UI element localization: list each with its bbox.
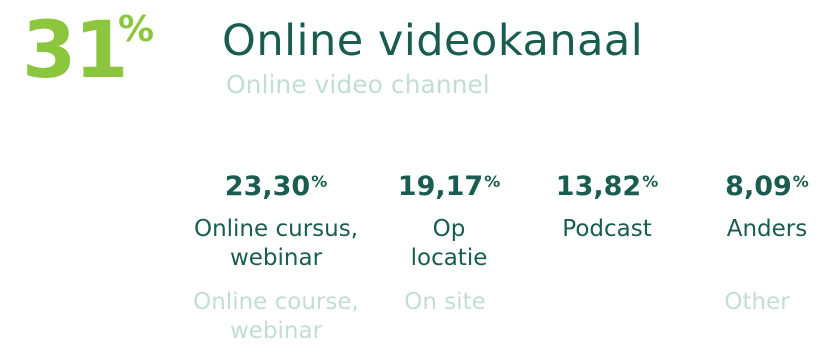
stat-label: Op locatie <box>393 215 505 273</box>
headline-percentage: 31 <box>22 6 129 96</box>
stat-percent-sign: % <box>484 172 501 191</box>
stat-value: 23,30% <box>180 166 372 203</box>
stat-label: Online cursus, webinar <box>180 215 372 273</box>
stat-english-label: On site <box>393 288 497 317</box>
stat-english-line: Other <box>724 289 790 315</box>
page-subtitle: Online video channel <box>226 70 490 99</box>
stat-percent-sign: % <box>642 172 659 191</box>
stat-english-line: Online course, <box>193 289 359 315</box>
stat-other: 8,09% Anders <box>712 166 822 244</box>
stat-label-line: webinar <box>229 245 323 271</box>
stat-english-label: Other <box>712 288 802 317</box>
stat-label: Podcast <box>548 215 666 244</box>
stat-label-line: Podcast <box>562 216 652 242</box>
stat-english-line: On site <box>404 289 486 315</box>
stat-label-line: locatie <box>410 245 488 271</box>
stat-number: 8,09 <box>725 171 792 202</box>
stat-percent-sign: % <box>311 172 328 191</box>
stat-label-line: Op <box>432 216 466 242</box>
stat-label-line: Online cursus, <box>193 216 359 242</box>
stat-podcast: 13,82% Podcast <box>548 166 666 244</box>
headline-figure: 31 % <box>20 8 210 108</box>
stat-value: 13,82% <box>548 166 666 203</box>
page-title: Online videokanaal <box>222 16 644 66</box>
stat-online-course: 23,30% Online cursus, webinar <box>180 166 372 273</box>
headline-percent-sign: % <box>118 9 155 50</box>
stat-value: 19,17% <box>393 166 505 203</box>
stat-label: Anders <box>712 215 822 244</box>
stat-on-site: 19,17% Op locatie <box>393 166 505 273</box>
stat-percent-sign: % <box>792 172 809 191</box>
stat-label-line: Anders <box>726 216 808 242</box>
stat-number: 19,17 <box>397 171 484 202</box>
stat-value: 8,09% <box>712 166 822 203</box>
stat-english-label: Online course, webinar <box>180 288 372 346</box>
stat-number: 13,82 <box>555 171 642 202</box>
stat-number: 23,30 <box>224 171 311 202</box>
